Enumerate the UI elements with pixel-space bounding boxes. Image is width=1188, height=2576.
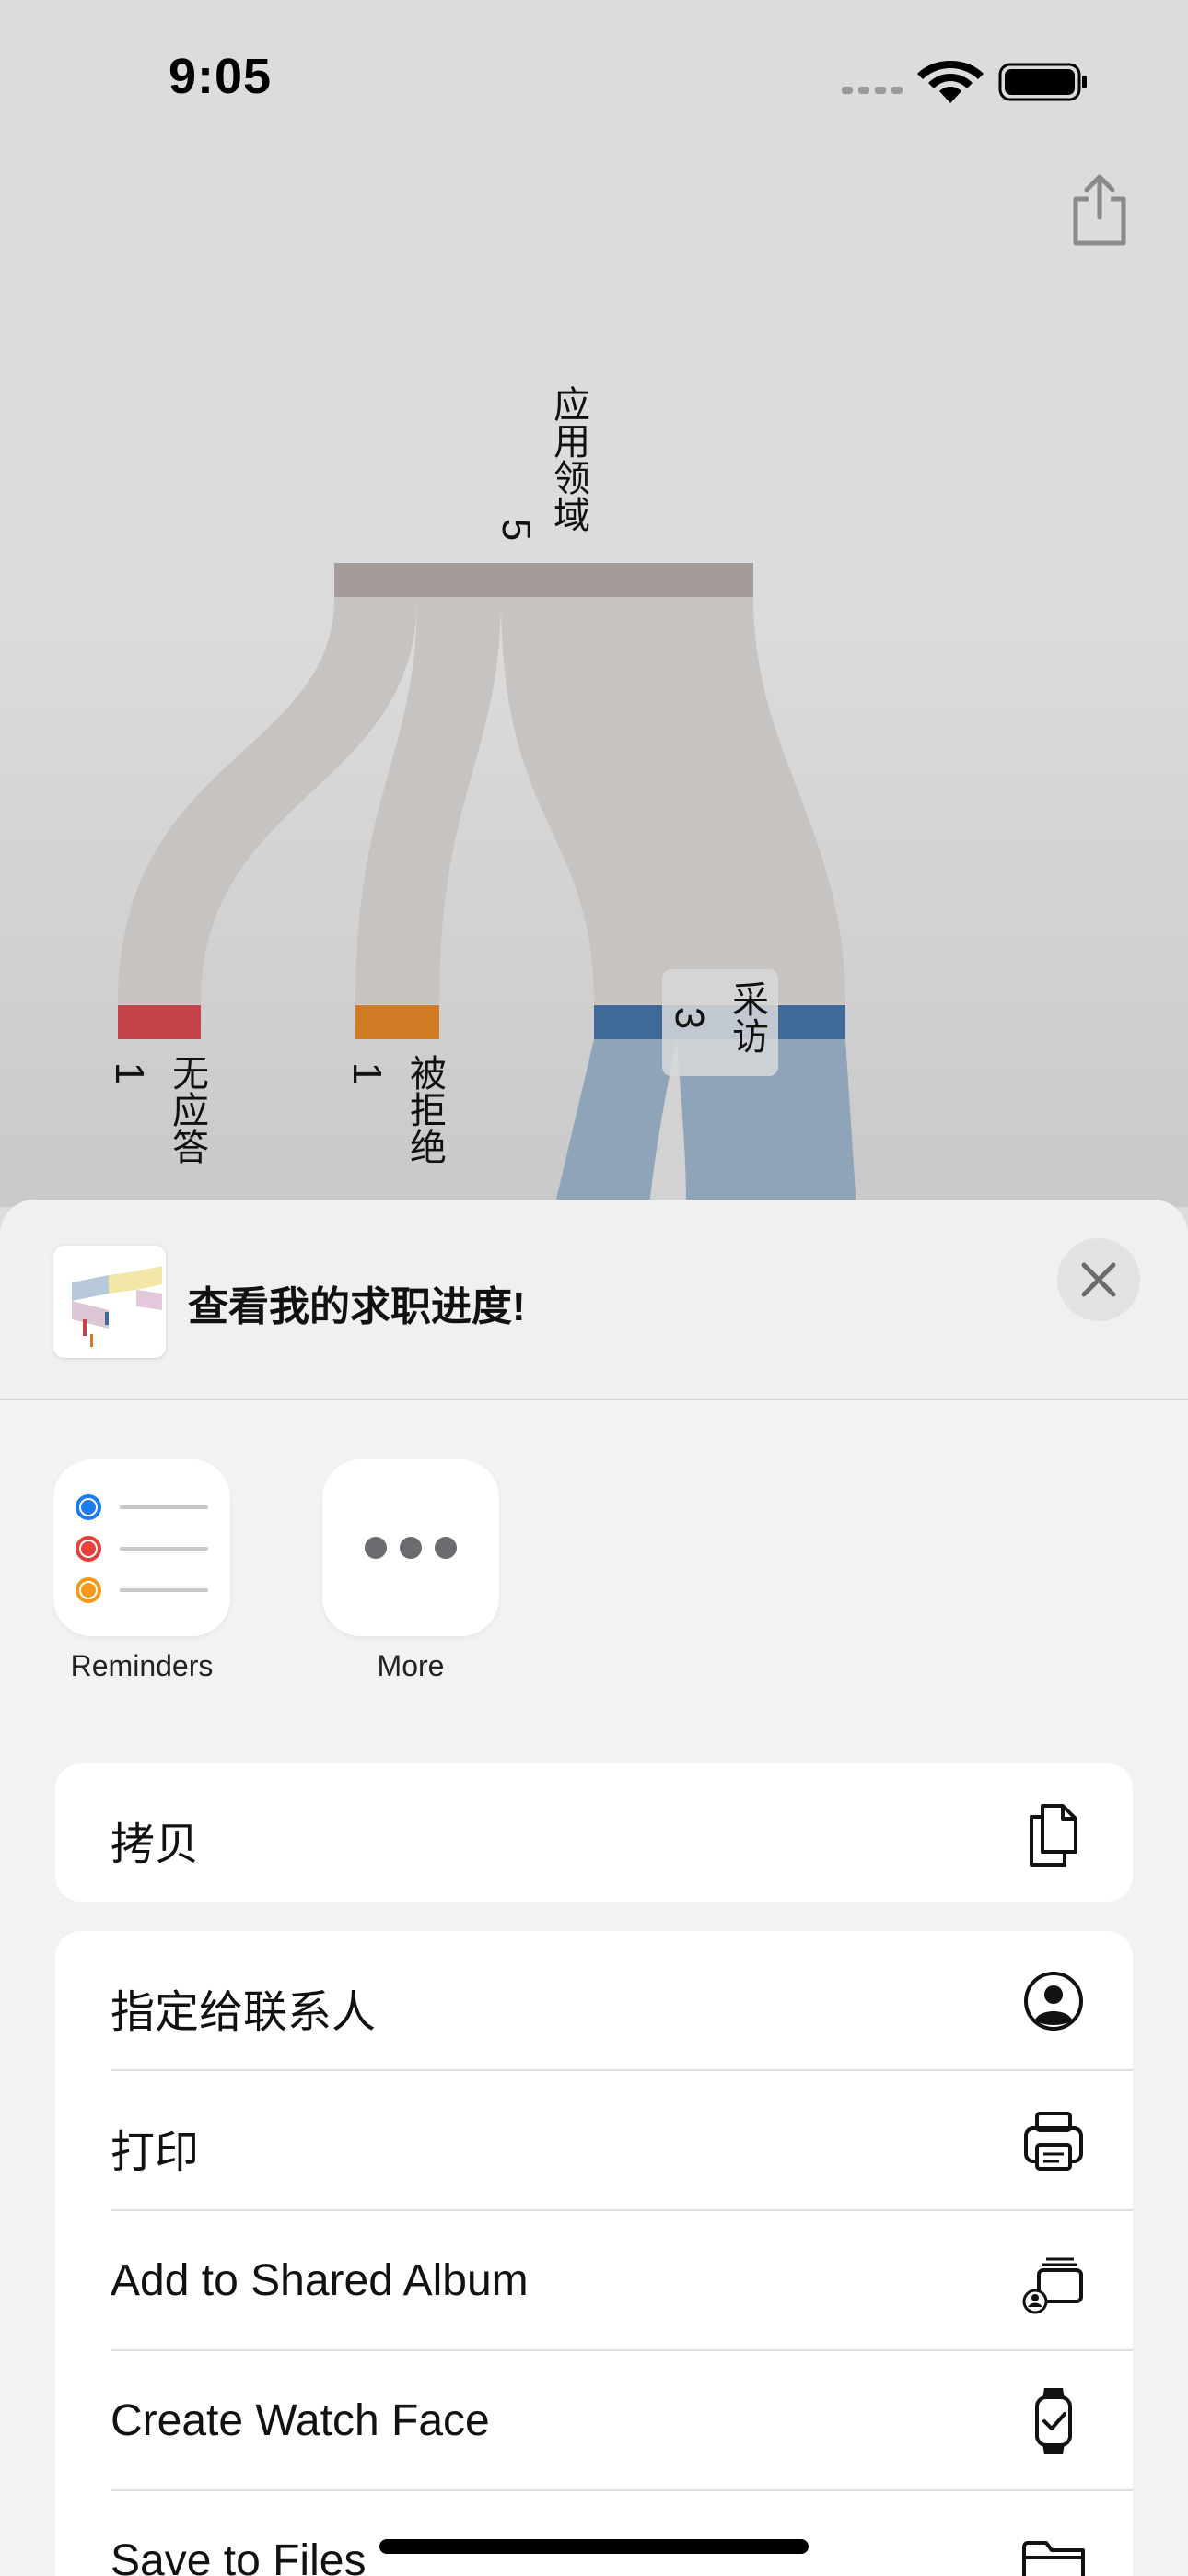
home-indicator[interactable] (379, 2539, 809, 2554)
share-icon[interactable] (1068, 173, 1131, 247)
folder-icon (1022, 2541, 1085, 2576)
source-label: 应用领域 (548, 385, 588, 533)
action-add-shared-album[interactable]: Add to Shared Album (55, 2211, 1133, 2349)
action-assign-contact[interactable]: 指定给联系人 (55, 1931, 1133, 2069)
action-save-to-files-label: Save to Files (111, 2536, 367, 2576)
preview-thumbnail (53, 1246, 166, 1358)
close-button[interactable] (1057, 1238, 1140, 1321)
sankey-chart (0, 0, 1188, 1207)
status-time: 9:05 (169, 49, 273, 104)
reminders-label: Reminders (70, 1649, 214, 1682)
screen: 应用领域 5 无应答 1 被拒绝 1 采访 3 9:05 查看我的求职进度! R… (0, 0, 1188, 2576)
target-count-rejected: 1 (344, 1061, 390, 1085)
reminders-icon (76, 1494, 208, 1603)
share-sheet-header: 查看我的求职进度! (0, 1200, 1188, 1399)
reminders-app-button[interactable] (53, 1459, 230, 1636)
copy-icon (1030, 1804, 1077, 1867)
status-icons (842, 61, 1087, 103)
header-divider (0, 1399, 1188, 1400)
target-count-no-response: 1 (107, 1061, 153, 1085)
action-assign-contact-label: 指定给联系人 (111, 1988, 377, 2037)
battery-icon (998, 63, 1087, 101)
action-copy[interactable]: 拷贝 (55, 1763, 1133, 1902)
action-copy-label: 拷贝 (111, 1821, 200, 1869)
target-label-interview: 采访 (727, 980, 767, 1054)
action-print[interactable]: 打印 (55, 2071, 1133, 2209)
printer-icon (1024, 2112, 1083, 2171)
action-add-shared-album-label: Add to Shared Album (111, 2256, 529, 2305)
node-source (334, 563, 753, 597)
target-label-no-response: 无应答 (167, 1054, 207, 1165)
cellular-signal-icon (842, 87, 903, 94)
more-icon (365, 1537, 457, 1559)
action-group-copy: 拷贝 (55, 1763, 1133, 1902)
action-create-watch-face-label: Create Watch Face (111, 2396, 490, 2445)
watch-icon (1035, 2388, 1072, 2454)
close-icon (1081, 1262, 1116, 1297)
target-label-rejected: 被拒绝 (404, 1054, 445, 1165)
node-no-response (118, 1005, 201, 1039)
more-apps-button[interactable] (322, 1459, 499, 1636)
node-rejected (355, 1005, 439, 1039)
action-create-watch-face[interactable]: Create Watch Face (55, 2351, 1133, 2489)
action-save-to-files[interactable]: Save to Files (55, 2491, 1133, 2576)
share-sheet: 查看我的求职进度! Reminders More 拷贝 指定给联系人 打印 Ad… (0, 1200, 1188, 2576)
action-group-main: 指定给联系人 打印 Add to Shared Album Create Wat… (55, 1931, 1133, 2576)
contact-icon (1024, 1972, 1083, 2031)
share-title: 查看我的求职进度! (188, 1284, 526, 1329)
target-count-interview: 3 (667, 1006, 713, 1030)
wifi-icon (917, 61, 984, 103)
shared-album-icon (1022, 2257, 1083, 2314)
action-print-label: 打印 (111, 2128, 200, 2177)
source-count: 5 (494, 518, 540, 542)
more-label: More (377, 1649, 445, 1682)
